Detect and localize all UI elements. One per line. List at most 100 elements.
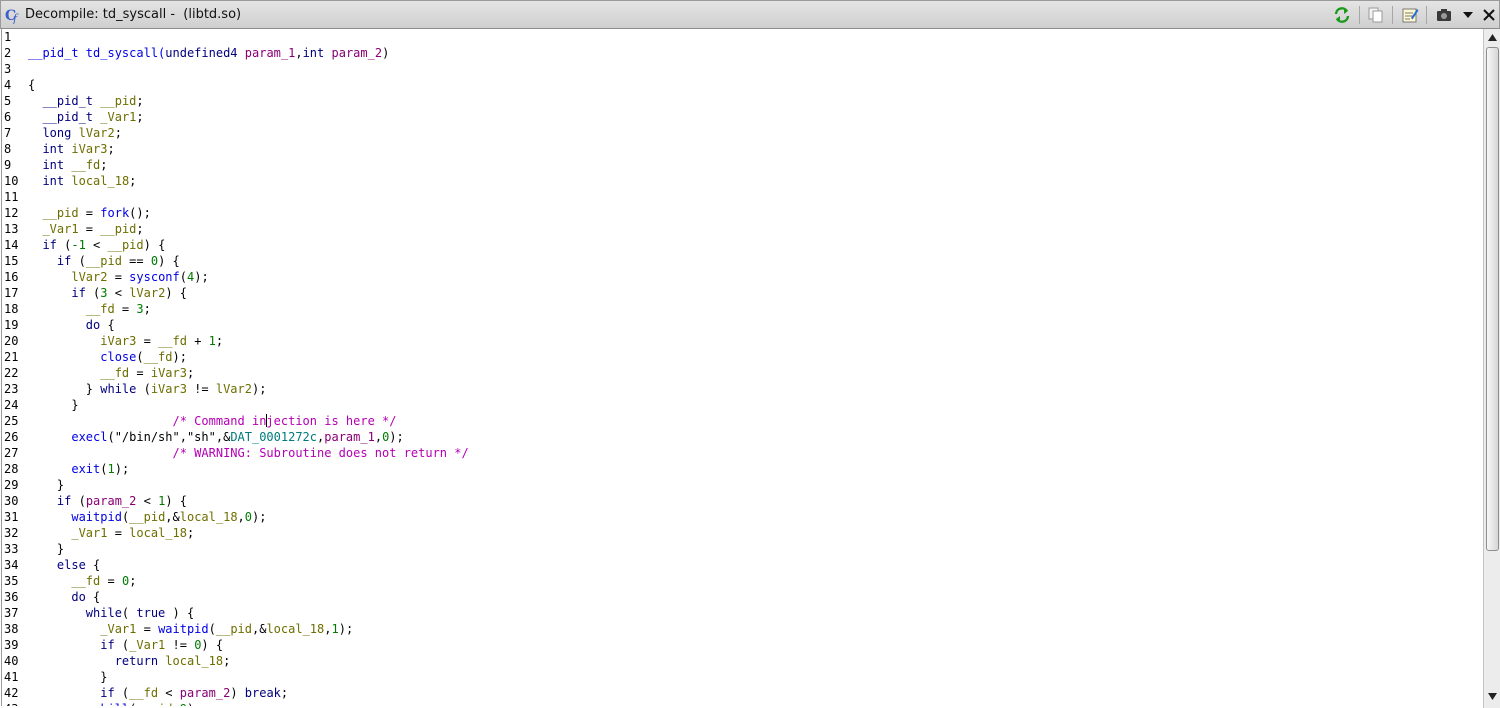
- code-line[interactable]: 13 _Var1 = __pid;: [2, 221, 1482, 237]
- number-token[interactable]: 9: [180, 702, 187, 706]
- code-line[interactable]: 5 __pid_t __pid;: [2, 93, 1482, 109]
- code-text[interactable]: _Var1 = local_18;: [28, 525, 194, 541]
- code-text[interactable]: __pid_t _Var1;: [28, 109, 143, 125]
- variable-token[interactable]: _Var1: [42, 222, 78, 236]
- code-text[interactable]: kill(__pid,9);: [28, 701, 201, 706]
- variable-token[interactable]: _Var1: [71, 526, 107, 540]
- code-text[interactable]: int iVar3;: [28, 141, 114, 157]
- code-line[interactable]: 21 close(__fd);: [2, 349, 1482, 365]
- code-text[interactable]: if (__fd < param_2) break;: [28, 685, 288, 701]
- function-token[interactable]: __pid_t td_syscall(: [28, 46, 165, 60]
- code-text[interactable]: __fd = 0;: [28, 573, 136, 589]
- variable-token[interactable]: iVar3: [100, 334, 136, 348]
- keyword-token[interactable]: return: [115, 654, 158, 668]
- variable-token[interactable]: __pid: [216, 622, 252, 636]
- code-line[interactable]: 7 long lVar2;: [2, 125, 1482, 141]
- keyword-token[interactable]: if: [100, 638, 114, 652]
- variable-token[interactable]: local_18: [71, 174, 129, 188]
- code-line[interactable]: 3: [2, 61, 1482, 77]
- code-text[interactable]: }: [28, 477, 64, 493]
- code-text[interactable]: __pid_t __pid;: [28, 93, 143, 109]
- code-line[interactable]: 38 _Var1 = waitpid(__pid,&local_18,1);: [2, 621, 1482, 637]
- type-token[interactable]: __pid_t: [42, 110, 93, 124]
- code-text[interactable]: }: [28, 541, 64, 557]
- code-text[interactable]: iVar3 = __fd + 1;: [28, 333, 223, 349]
- function-token[interactable]: execl: [71, 430, 107, 444]
- vertical-scrollbar[interactable]: [1483, 29, 1500, 708]
- code-text[interactable]: do {: [28, 589, 100, 605]
- code-line[interactable]: 31 waitpid(__pid,&local_18,0);: [2, 509, 1482, 525]
- parameter-token[interactable]: param_2: [86, 494, 137, 508]
- type-token[interactable]: int: [303, 46, 325, 60]
- code-line[interactable]: 20 iVar3 = __fd + 1;: [2, 333, 1482, 349]
- variable-token[interactable]: lVar2: [71, 270, 107, 284]
- keyword-token[interactable]: break: [245, 686, 281, 700]
- keyword-token[interactable]: do: [71, 590, 85, 604]
- code-text[interactable]: else {: [28, 557, 100, 573]
- keyword-token[interactable]: else: [57, 558, 86, 572]
- code-text[interactable]: if (param_2 < 1) {: [28, 493, 187, 509]
- code-text[interactable]: execl("/bin/sh","sh",&DAT_0001272c,param…: [28, 429, 403, 445]
- code-text[interactable]: if (3 < lVar2) {: [28, 285, 187, 301]
- code-line[interactable]: 24 }: [2, 397, 1482, 413]
- type-token[interactable]: int: [42, 174, 64, 188]
- code-line[interactable]: 35 __fd = 0;: [2, 573, 1482, 589]
- number-token[interactable]: -1: [71, 238, 85, 252]
- variable-token[interactable]: __fd: [144, 350, 173, 364]
- code-line[interactable]: 33 }: [2, 541, 1482, 557]
- code-text[interactable]: if (_Var1 != 0) {: [28, 637, 223, 653]
- code-text[interactable]: exit(1);: [28, 461, 129, 477]
- variable-token[interactable]: _Var1: [100, 110, 136, 124]
- parameter-token[interactable]: param_2: [180, 686, 231, 700]
- variable-token[interactable]: local_18: [165, 654, 223, 668]
- parameter-token[interactable]: param_1: [245, 46, 296, 60]
- code-line[interactable]: 26 execl("/bin/sh","sh",&DAT_0001272c,pa…: [2, 429, 1482, 445]
- code-text[interactable]: lVar2 = sysconf(4);: [28, 269, 208, 285]
- edit-function-signature-icon[interactable]: [1399, 5, 1421, 25]
- variable-token[interactable]: local_18: [129, 526, 187, 540]
- variable-token[interactable]: __fd: [158, 334, 187, 348]
- variable-token[interactable]: __pid: [42, 206, 78, 220]
- variable-token[interactable]: lVar2: [216, 382, 252, 396]
- code-line[interactable]: 32 _Var1 = local_18;: [2, 525, 1482, 541]
- variable-token[interactable]: iVar3: [71, 142, 107, 156]
- variable-token[interactable]: local_18: [180, 510, 238, 524]
- variable-token[interactable]: __pid: [100, 94, 136, 108]
- decompiler-code-view[interactable]: 1 2 __pid_t td_syscall(undefined4 param_1,…: [1, 29, 1483, 706]
- code-line[interactable]: 23 } while (iVar3 != lVar2);: [2, 381, 1482, 397]
- keyword-token[interactable]: if: [71, 286, 85, 300]
- variable-token[interactable]: __fd: [71, 158, 100, 172]
- parameter-token[interactable]: param_1: [324, 430, 375, 444]
- keyword-token[interactable]: true: [136, 606, 165, 620]
- code-line[interactable]: 30 if (param_2 < 1) {: [2, 493, 1482, 509]
- code-text[interactable]: __pid = fork();: [28, 205, 150, 221]
- code-text[interactable]: _Var1 = __pid;: [28, 221, 143, 237]
- code-text[interactable]: close(__fd);: [28, 349, 187, 365]
- number-token[interactable]: 1: [209, 334, 216, 348]
- code-line[interactable]: 37 while( true ) {: [2, 605, 1482, 621]
- code-text[interactable]: }: [28, 669, 107, 685]
- function-token[interactable]: waitpid: [71, 510, 122, 524]
- variable-token[interactable]: iVar3: [151, 366, 187, 380]
- code-line[interactable]: 14 if (-1 < __pid) {: [2, 237, 1482, 253]
- code-text[interactable]: do {: [28, 317, 115, 333]
- code-text[interactable]: long lVar2;: [28, 125, 122, 141]
- code-text[interactable]: __fd = iVar3;: [28, 365, 194, 381]
- number-token[interactable]: 3: [136, 302, 143, 316]
- copy-icon[interactable]: [1365, 5, 1387, 25]
- function-token[interactable]: sysconf: [129, 270, 180, 284]
- code-text[interactable]: __pid_t td_syscall(undefined4 param_1,in…: [28, 45, 389, 61]
- code-line[interactable]: 42 if (__fd < param_2) break;: [2, 685, 1482, 701]
- code-text[interactable]: if (__pid == 0) {: [28, 253, 180, 269]
- number-token[interactable]: 0: [151, 254, 158, 268]
- code-line[interactable]: 10 int local_18;: [2, 173, 1482, 189]
- code-line[interactable]: 11: [2, 189, 1482, 205]
- code-line[interactable]: 15 if (__pid == 0) {: [2, 253, 1482, 269]
- code-line[interactable]: 12 __pid = fork();: [2, 205, 1482, 221]
- variable-token[interactable]: __pid: [136, 702, 172, 706]
- code-line[interactable]: 17 if (3 < lVar2) {: [2, 285, 1482, 301]
- type-token[interactable]: undefined4: [165, 46, 237, 60]
- variable-token[interactable]: _Var1: [129, 638, 165, 652]
- code-text[interactable]: while( true ) {: [28, 605, 194, 621]
- keyword-token[interactable]: if: [57, 254, 71, 268]
